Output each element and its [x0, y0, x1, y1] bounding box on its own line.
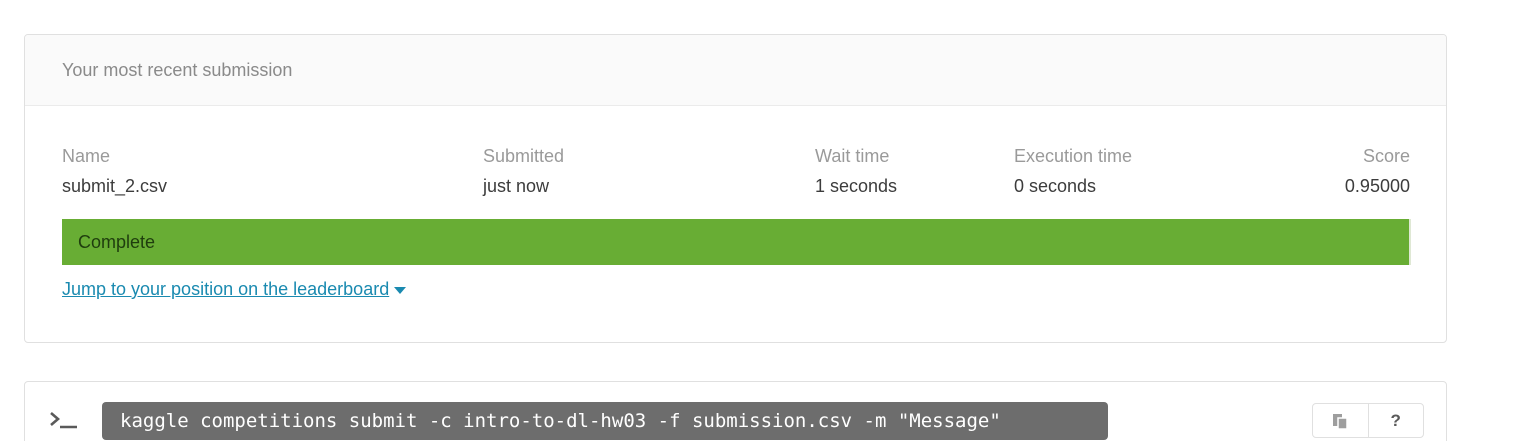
score-label: Score: [1362, 146, 1410, 166]
copy-button[interactable]: [1313, 404, 1368, 437]
name-column: Name submit_2.csv: [62, 144, 167, 198]
execution-time-label: Execution time: [1014, 146, 1133, 166]
wait-time-column: Wait time 1 seconds: [815, 144, 897, 198]
jump-to-leaderboard-link[interactable]: Jump to your position on the leaderboard: [62, 279, 407, 300]
jump-link-text: Jump to your position on the leaderboard: [62, 279, 390, 299]
copy-icon: [1333, 413, 1348, 430]
help-button[interactable]: ?: [1367, 404, 1424, 437]
card-title: Your most recent submission: [62, 59, 293, 80]
name-value: submit_2.csv: [62, 176, 168, 196]
submission-details: Name submit_2.csv Submitted just now Wai…: [62, 106, 1410, 196]
caret-down-icon: [394, 287, 407, 294]
help-label: ?: [1390, 410, 1401, 430]
card-header: Your most recent submission: [25, 35, 1446, 106]
execution-time-value: 0 seconds: [1014, 176, 1097, 196]
status-bar: Complete: [62, 219, 1411, 265]
wait-time-label: Wait time: [815, 146, 890, 166]
submitted-value: just now: [483, 176, 550, 196]
card-body: Name submit_2.csv Submitted just now Wai…: [25, 106, 1446, 196]
recent-submission-card: Your most recent submission Name submit_…: [24, 34, 1447, 343]
score-column: Score 0.95000: [1345, 144, 1410, 198]
cli-button-group: ?: [1312, 403, 1424, 438]
submitted-column: Submitted just now: [483, 144, 564, 198]
score-value: 0.95000: [1344, 176, 1410, 196]
cli-command-card: kaggle competitions submit -c intro-to-d…: [24, 381, 1447, 441]
terminal-prompt-icon: [50, 412, 77, 429]
cli-command-text: kaggle competitions submit -c intro-to-d…: [120, 410, 1001, 432]
submitted-label: Submitted: [483, 146, 565, 166]
name-label: Name: [62, 146, 111, 166]
page: Your most recent submission Name submit_…: [0, 0, 1522, 441]
wait-time-value: 1 seconds: [815, 176, 898, 196]
status-text: Complete: [78, 231, 156, 252]
cli-command-box[interactable]: kaggle competitions submit -c intro-to-d…: [102, 402, 1108, 440]
execution-time-column: Execution time 0 seconds: [1014, 144, 1132, 198]
